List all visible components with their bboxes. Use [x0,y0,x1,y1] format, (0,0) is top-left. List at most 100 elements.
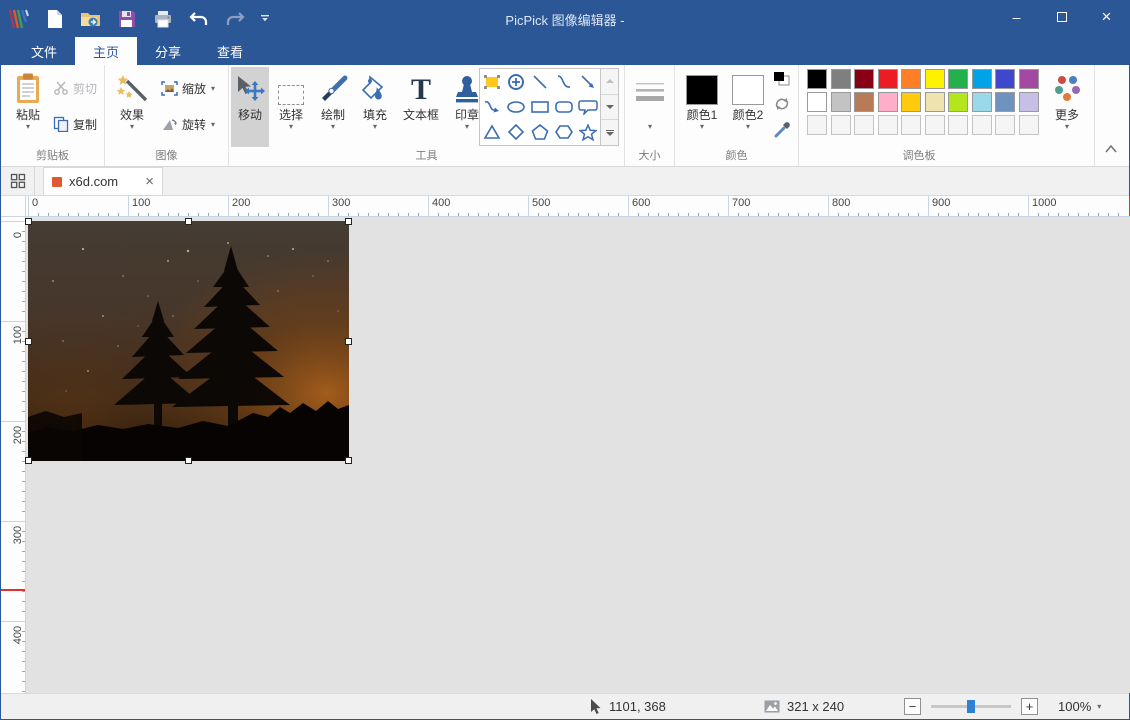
palette-swatch[interactable] [901,92,921,112]
palette-swatch[interactable] [972,69,992,89]
palette-swatch[interactable] [972,92,992,112]
shape-curve-arrow[interactable] [480,94,504,119]
resize-button[interactable]: 缩放 ▾ [161,77,215,99]
palette-swatch-empty[interactable] [831,115,851,135]
gallery-more-button[interactable] [601,120,618,145]
palette-swatch[interactable] [948,69,968,89]
shape-hexagon[interactable] [552,120,576,145]
shape-rounded-rectangle[interactable] [552,94,576,119]
selection-handle-bottom-left[interactable] [25,457,32,464]
close-button[interactable]: × [1084,1,1129,33]
eyedropper-icon[interactable] [773,121,791,139]
palette-swatch[interactable] [901,69,921,89]
qat-customize-dropdown-icon[interactable] [253,4,277,34]
document-tab[interactable]: x6d.com × [43,167,163,195]
open-folder-icon[interactable] [73,4,109,34]
shape-triangle[interactable] [480,120,504,145]
palette-swatch-empty[interactable] [972,115,992,135]
selection-handle-top-left[interactable] [25,218,32,225]
palette-swatch[interactable] [878,92,898,112]
palette-swatch-empty[interactable] [925,115,945,135]
tab-home[interactable]: 主页 [75,37,137,65]
shape-ellipse[interactable] [504,94,528,119]
shape-circle-plus[interactable] [504,69,528,94]
document-tab-close-icon[interactable]: × [145,177,154,187]
palette-swatch[interactable] [831,92,851,112]
color2-button[interactable]: 颜色2 ▾ [727,67,769,147]
palette-swatch[interactable] [1019,92,1039,112]
new-document-icon[interactable] [37,4,73,34]
collapse-ribbon-icon[interactable] [1105,141,1117,156]
shape-rectangle[interactable] [528,94,552,119]
zoom-slider[interactable] [931,705,1011,708]
color1-button[interactable]: 颜色1 ▾ [681,67,723,147]
selection-handle-bottom-center[interactable] [185,457,192,464]
window-list-icon[interactable] [1,167,35,195]
palette-swatch[interactable] [925,92,945,112]
swap-colors-icon[interactable] [773,71,791,87]
selection-handle-middle-left[interactable] [25,338,32,345]
canvas-area[interactable] [26,217,1130,693]
shape-speech-bubble[interactable] [576,94,600,119]
shape-star[interactable] [576,120,600,145]
selection-handle-top-center[interactable] [185,218,192,225]
palette-swatch[interactable] [854,69,874,89]
zoom-level-dropdown[interactable]: 100% ▾ [1058,694,1101,719]
palette-swatch[interactable] [925,69,945,89]
shape-arrow-line[interactable] [576,69,600,94]
save-icon[interactable] [109,4,145,34]
palette-swatch-empty[interactable] [1019,115,1039,135]
vertical-ruler[interactable]: 0100200300400 [1,217,26,693]
selection-handle-bottom-right[interactable] [345,457,352,464]
gallery-scroll-up-button[interactable] [601,69,618,95]
palette-swatch[interactable] [995,92,1015,112]
copy-button[interactable]: 复制 [53,113,97,135]
tab-file[interactable]: 文件 [13,37,75,65]
horizontal-ruler[interactable]: 01002003004005006007008009001000 [26,196,1130,217]
palette-swatch-empty[interactable] [901,115,921,135]
paste-button[interactable]: 粘贴 ▾ [7,67,49,147]
tab-share[interactable]: 分享 [137,37,199,65]
fill-tool-button[interactable]: 填充 ▾ [355,67,395,147]
more-colors-button[interactable]: 更多 ▾ [1045,67,1089,147]
palette-swatch-empty[interactable] [807,115,827,135]
shape-line[interactable] [528,69,552,94]
selection-handle-middle-right[interactable] [345,338,352,345]
zoom-slider-thumb[interactable] [967,700,975,713]
palette-swatch[interactable] [807,69,827,89]
minimize-button[interactable]: – [994,1,1039,33]
reset-colors-icon[interactable] [773,96,791,112]
palette-swatch-empty[interactable] [948,115,968,135]
move-tool-button[interactable]: 移动 [231,67,269,147]
palette-swatch[interactable] [948,92,968,112]
palette-swatch[interactable] [878,69,898,89]
palette-swatch-empty[interactable] [854,115,874,135]
shape-diamond[interactable] [504,120,528,145]
gallery-scroll-down-button[interactable] [601,95,618,121]
palette-swatch[interactable] [854,92,874,112]
line-size-button[interactable]: . ▾ [629,67,671,147]
select-tool-button[interactable]: 选择 ▾ [271,67,311,147]
palette-swatch[interactable] [1019,69,1039,89]
maximize-button[interactable] [1039,1,1084,33]
zoom-out-button[interactable]: − [904,698,921,715]
effects-button[interactable]: 效果 ▾ [109,67,155,147]
palette-swatch[interactable] [831,69,851,89]
canvas-image[interactable] [28,221,349,461]
draw-tool-button[interactable]: 绘制 ▾ [313,67,353,147]
zoom-in-button[interactable]: + [1021,698,1038,715]
palette-swatch[interactable] [807,92,827,112]
palette-swatch-empty[interactable] [878,115,898,135]
shape-curve[interactable] [552,69,576,94]
shape-pentagon[interactable] [528,120,552,145]
print-icon[interactable] [145,4,181,34]
undo-icon[interactable] [181,4,217,34]
tab-view[interactable]: 查看 [199,37,261,65]
shape-selected-rectangle[interactable] [480,69,504,94]
palette-swatch-empty[interactable] [995,115,1015,135]
rotate-button[interactable]: 旋转 ▾ [161,113,215,135]
redo-icon[interactable] [217,4,253,34]
selection-handle-top-right[interactable] [345,218,352,225]
textbox-tool-button[interactable]: T 文本框 [397,67,445,147]
palette-swatch[interactable] [995,69,1015,89]
